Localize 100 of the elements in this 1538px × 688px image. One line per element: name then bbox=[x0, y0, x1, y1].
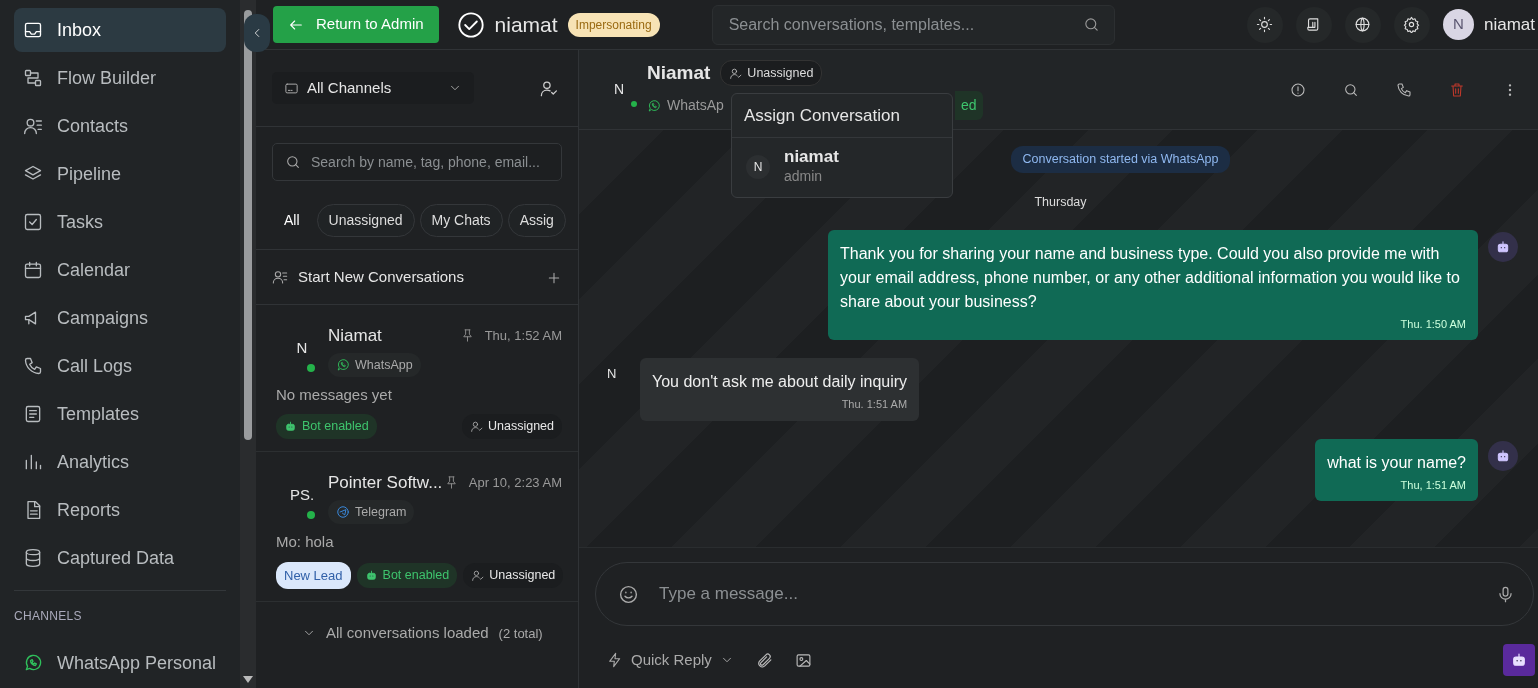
contact-name: Niamat bbox=[328, 325, 382, 347]
lightning-icon bbox=[607, 652, 623, 668]
user-icon bbox=[470, 420, 483, 434]
users-icon bbox=[272, 269, 288, 285]
agent-role: admin bbox=[784, 167, 824, 187]
filter-tab[interactable]: Unassigned bbox=[316, 203, 415, 237]
contact-avatar: N bbox=[607, 365, 618, 384]
search-box[interactable]: Search by name, tag, phone, email... bbox=[272, 143, 562, 181]
search-icon bbox=[1082, 16, 1100, 33]
contact-name: Pointer Softw... bbox=[328, 472, 443, 495]
tag-badge: New Lead bbox=[276, 561, 351, 589]
channel-badge: WhatsApp bbox=[328, 352, 421, 378]
sidebar-item[interactable]: Campaigns bbox=[14, 296, 226, 340]
calendar-icon bbox=[23, 260, 43, 280]
message-text: Thank you for sharing your name and business type. Could you also provide me with your email address, phone number, or any other additional information you would like to share about your business? bbox=[840, 243, 1461, 312]
message-text: You don't ask me about daily inquiry bbox=[652, 372, 908, 393]
channel-label: WhatsAp bbox=[647, 95, 729, 117]
flow-icon bbox=[23, 68, 43, 88]
agent-name: niamat bbox=[784, 147, 839, 167]
assignee-badge: Unassigned bbox=[462, 414, 562, 440]
image-icon bbox=[794, 652, 812, 670]
search-field[interactable]: Search conversations, templates... bbox=[726, 11, 1083, 38]
message-input[interactable]: Type a message... bbox=[657, 580, 1478, 608]
whatsapp-icon bbox=[647, 98, 661, 113]
check-circle-icon bbox=[456, 10, 485, 39]
menu-title: Assign Conversation bbox=[732, 94, 952, 138]
settings-icon bbox=[1403, 16, 1421, 33]
search-icon bbox=[285, 154, 301, 170]
message-box[interactable]: Type a message... bbox=[595, 562, 1534, 626]
channel-select[interactable]: All Channels bbox=[272, 72, 474, 104]
sidebar-item[interactable]: Flow Builder bbox=[14, 56, 226, 100]
info-icon bbox=[1290, 82, 1306, 99]
collapse-button[interactable] bbox=[244, 14, 270, 52]
globe-icon bbox=[1354, 16, 1372, 33]
search-box[interactable]: Search conversations, templates... bbox=[711, 4, 1115, 45]
sidebar-item[interactable]: Templates bbox=[14, 392, 226, 436]
sidebar-item[interactable]: Reports bbox=[14, 488, 226, 532]
filter-tab[interactable]: All bbox=[272, 203, 312, 237]
sidebar-item[interactable]: Inbox bbox=[14, 8, 226, 52]
contact-name: Niamat bbox=[647, 60, 711, 85]
user-check-icon bbox=[539, 79, 558, 99]
bot-badge: Bot enabled bbox=[356, 562, 458, 588]
agent-avatar: N bbox=[746, 155, 770, 180]
scroll-down-icon[interactable] bbox=[243, 676, 253, 683]
channel-badge: Telegram bbox=[328, 499, 415, 525]
sidebar-item[interactable]: Captured Data bbox=[14, 536, 226, 580]
system-note: Conversation started via WhatsApp bbox=[1010, 146, 1231, 173]
sidebar-item[interactable]: Pipeline bbox=[14, 152, 226, 196]
message-text: what is your name? bbox=[1327, 452, 1466, 473]
search-icon bbox=[1343, 82, 1359, 99]
sidebar-item[interactable]: Tasks bbox=[14, 200, 226, 244]
filter-tab[interactable]: My Chats bbox=[419, 203, 503, 237]
user-icon bbox=[729, 66, 743, 80]
user-name: niamat bbox=[494, 11, 558, 38]
inbox-icon bbox=[23, 20, 43, 40]
delete-icon bbox=[1449, 82, 1465, 99]
bot-avatar bbox=[1488, 440, 1518, 471]
message-time: Thu. 1:51 AM bbox=[840, 397, 908, 413]
document-icon bbox=[23, 404, 43, 424]
quick-reply-button[interactable]: Quick Reply bbox=[607, 648, 734, 672]
sidebar-item[interactable]: Contacts bbox=[14, 104, 226, 148]
total-count: (2 total) bbox=[498, 624, 543, 643]
bot-button[interactable] bbox=[1503, 644, 1535, 676]
date-separator: Thursday bbox=[1034, 194, 1087, 209]
contact-avatar: N bbox=[613, 79, 625, 99]
conversation-item[interactable]: N Niamat Thu, 1:52 AM WhatsApp No messages yet Bot enabled Unassigned bbox=[256, 305, 578, 453]
bar-chart-icon bbox=[23, 452, 43, 472]
section-title: CHANNELS bbox=[14, 590, 226, 625]
telegram-icon bbox=[336, 505, 350, 519]
message-preview: Mo: hola bbox=[276, 532, 335, 552]
status-badge: Impersonating bbox=[567, 12, 660, 37]
contacts-icon bbox=[23, 116, 43, 136]
load-status: All conversations loaded bbox=[326, 623, 489, 643]
new-conversation-label: Start New Conversations bbox=[298, 266, 464, 287]
microphone-icon bbox=[1496, 584, 1515, 604]
contact-avatar: PS. bbox=[289, 485, 315, 506]
message-time: Thu. 1:50 AM bbox=[1399, 316, 1466, 332]
filter-tab[interactable]: Assig bbox=[507, 203, 566, 237]
assign-dropdown[interactable]: Unassigned bbox=[720, 59, 823, 87]
conversation-item[interactable]: PS. Pointer Softw... Apr 10, 2:23 AM Telegram Mo: hola New Lead Bot enabled Unassigned bbox=[256, 452, 578, 602]
phone-icon bbox=[1396, 82, 1412, 99]
sidebar-item[interactable]: Call Logs bbox=[14, 344, 226, 388]
emoji-icon bbox=[618, 583, 639, 605]
sidebar-item[interactable]: Analytics bbox=[14, 440, 226, 484]
assign-option[interactable]: N niamat admin bbox=[732, 137, 952, 198]
sidebar-item[interactable]: WhatsApp Personal bbox=[14, 641, 226, 685]
scrollbar-thumb[interactable] bbox=[244, 10, 252, 440]
robot-icon bbox=[364, 568, 378, 582]
robot-icon bbox=[284, 420, 297, 434]
contact-avatar: N bbox=[296, 338, 308, 358]
account-name: niamat bbox=[1483, 13, 1535, 36]
bot-avatar bbox=[1488, 231, 1518, 262]
user-icon bbox=[471, 568, 485, 582]
bot-badge: Bot enabled bbox=[276, 414, 377, 440]
paperclip-icon bbox=[755, 652, 773, 670]
search-field[interactable]: Search by name, tag, phone, email... bbox=[309, 150, 549, 174]
database-icon bbox=[23, 548, 43, 568]
sidebar-item[interactable]: Calendar bbox=[14, 248, 226, 292]
whatsapp-icon bbox=[23, 653, 43, 673]
phone-icon bbox=[23, 356, 43, 376]
